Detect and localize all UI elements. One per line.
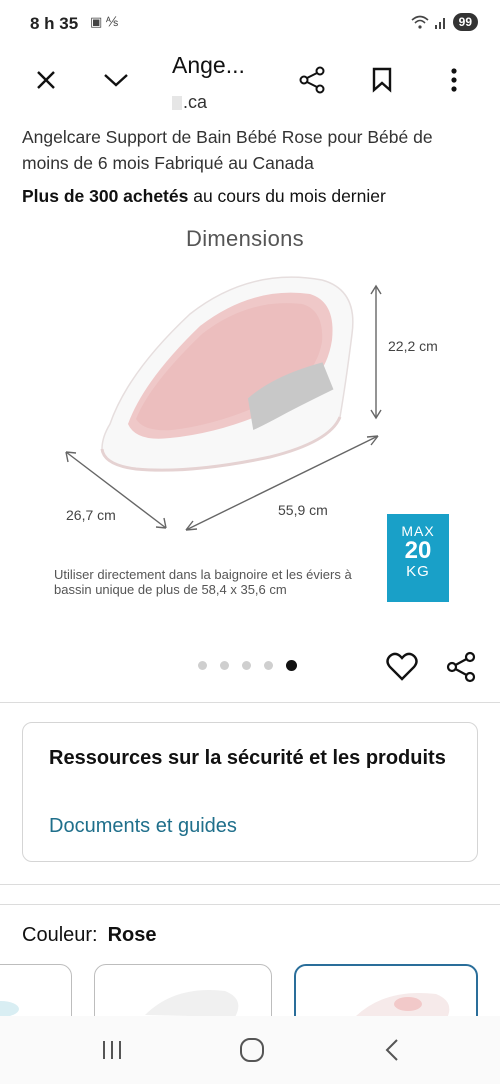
share-button[interactable]: [292, 60, 332, 100]
height-label: 22,2 cm: [388, 338, 438, 354]
back-button[interactable]: [372, 1034, 412, 1066]
collapse-button[interactable]: [96, 60, 136, 100]
purchase-info: Plus de 300 achetés au cours du mois der…: [22, 186, 386, 207]
resources-card: Ressources sur la sécurité et les produi…: [22, 722, 478, 862]
home-button[interactable]: [232, 1034, 272, 1066]
carousel-dot[interactable]: [242, 661, 251, 670]
carousel-dot[interactable]: [220, 661, 229, 670]
max-weight-badge: MAX 20 KG: [387, 514, 449, 602]
page-title: Ange...: [172, 52, 245, 78]
carousel-dot-active[interactable]: [286, 660, 297, 671]
close-icon: [37, 71, 55, 89]
back-icon: [385, 1039, 398, 1061]
signal-icon: [434, 18, 445, 29]
purchase-count: Plus de 300 achetés: [22, 186, 189, 206]
recent-apps-icon: [103, 1041, 121, 1059]
status-bar: 8 h 35 ▣ ⅍ 99: [0, 0, 500, 48]
usage-note: Utiliser directement dans la baignoire e…: [54, 567, 352, 597]
bath-seat-illustration: [100, 276, 354, 472]
heart-icon: [386, 652, 418, 681]
product-share-button[interactable]: [444, 650, 478, 684]
home-icon: [240, 1038, 264, 1062]
section-divider: [0, 884, 500, 885]
page-url: .ca: [172, 92, 207, 113]
share-icon: [299, 66, 325, 94]
section-divider: [0, 904, 500, 905]
documents-link[interactable]: Documents et guides: [49, 815, 237, 838]
bookmark-icon: [372, 67, 392, 93]
close-button[interactable]: [26, 60, 66, 100]
color-value: Rose: [107, 924, 157, 946]
more-options-button[interactable]: [434, 60, 474, 100]
favorite-button[interactable]: [385, 650, 419, 684]
system-navigation-bar: [0, 1016, 500, 1084]
width-label: 26,7 cm: [66, 507, 116, 523]
browser-toolbar: Ange... .ca: [0, 48, 500, 116]
color-label: Couleur:: [22, 924, 98, 946]
share-icon: [446, 651, 476, 683]
blurred-domain: [172, 96, 182, 111]
badge-unit: KG: [406, 563, 430, 580]
chevron-down-icon: [104, 74, 128, 87]
dimensions-heading: Dimensions: [186, 226, 304, 251]
section-divider: [0, 702, 500, 703]
battery-indicator: 99: [452, 13, 478, 31]
color-selector-label: Couleur: Rose: [22, 924, 157, 947]
carousel-dot[interactable]: [264, 661, 273, 670]
more-vertical-icon: [451, 68, 457, 92]
badge-value: 20: [404, 537, 432, 564]
product-title: Angelcare Support de Bain Bébé Rose pour…: [22, 127, 433, 173]
notification-icons: ▣ ⅍: [90, 14, 119, 29]
resources-title: Ressources sur la sécurité et les produi…: [49, 747, 446, 769]
carousel-dot[interactable]: [198, 661, 207, 670]
status-indicators: 99: [411, 13, 478, 31]
purchase-period: au cours du mois dernier: [188, 186, 386, 206]
recent-apps-button[interactable]: [92, 1034, 132, 1066]
carousel-dots: [198, 660, 297, 671]
wifi-icon: [411, 15, 429, 29]
bookmark-button[interactable]: [362, 60, 402, 100]
length-label: 55,9 cm: [278, 502, 328, 518]
status-time: 8 h 35: [30, 14, 79, 33]
